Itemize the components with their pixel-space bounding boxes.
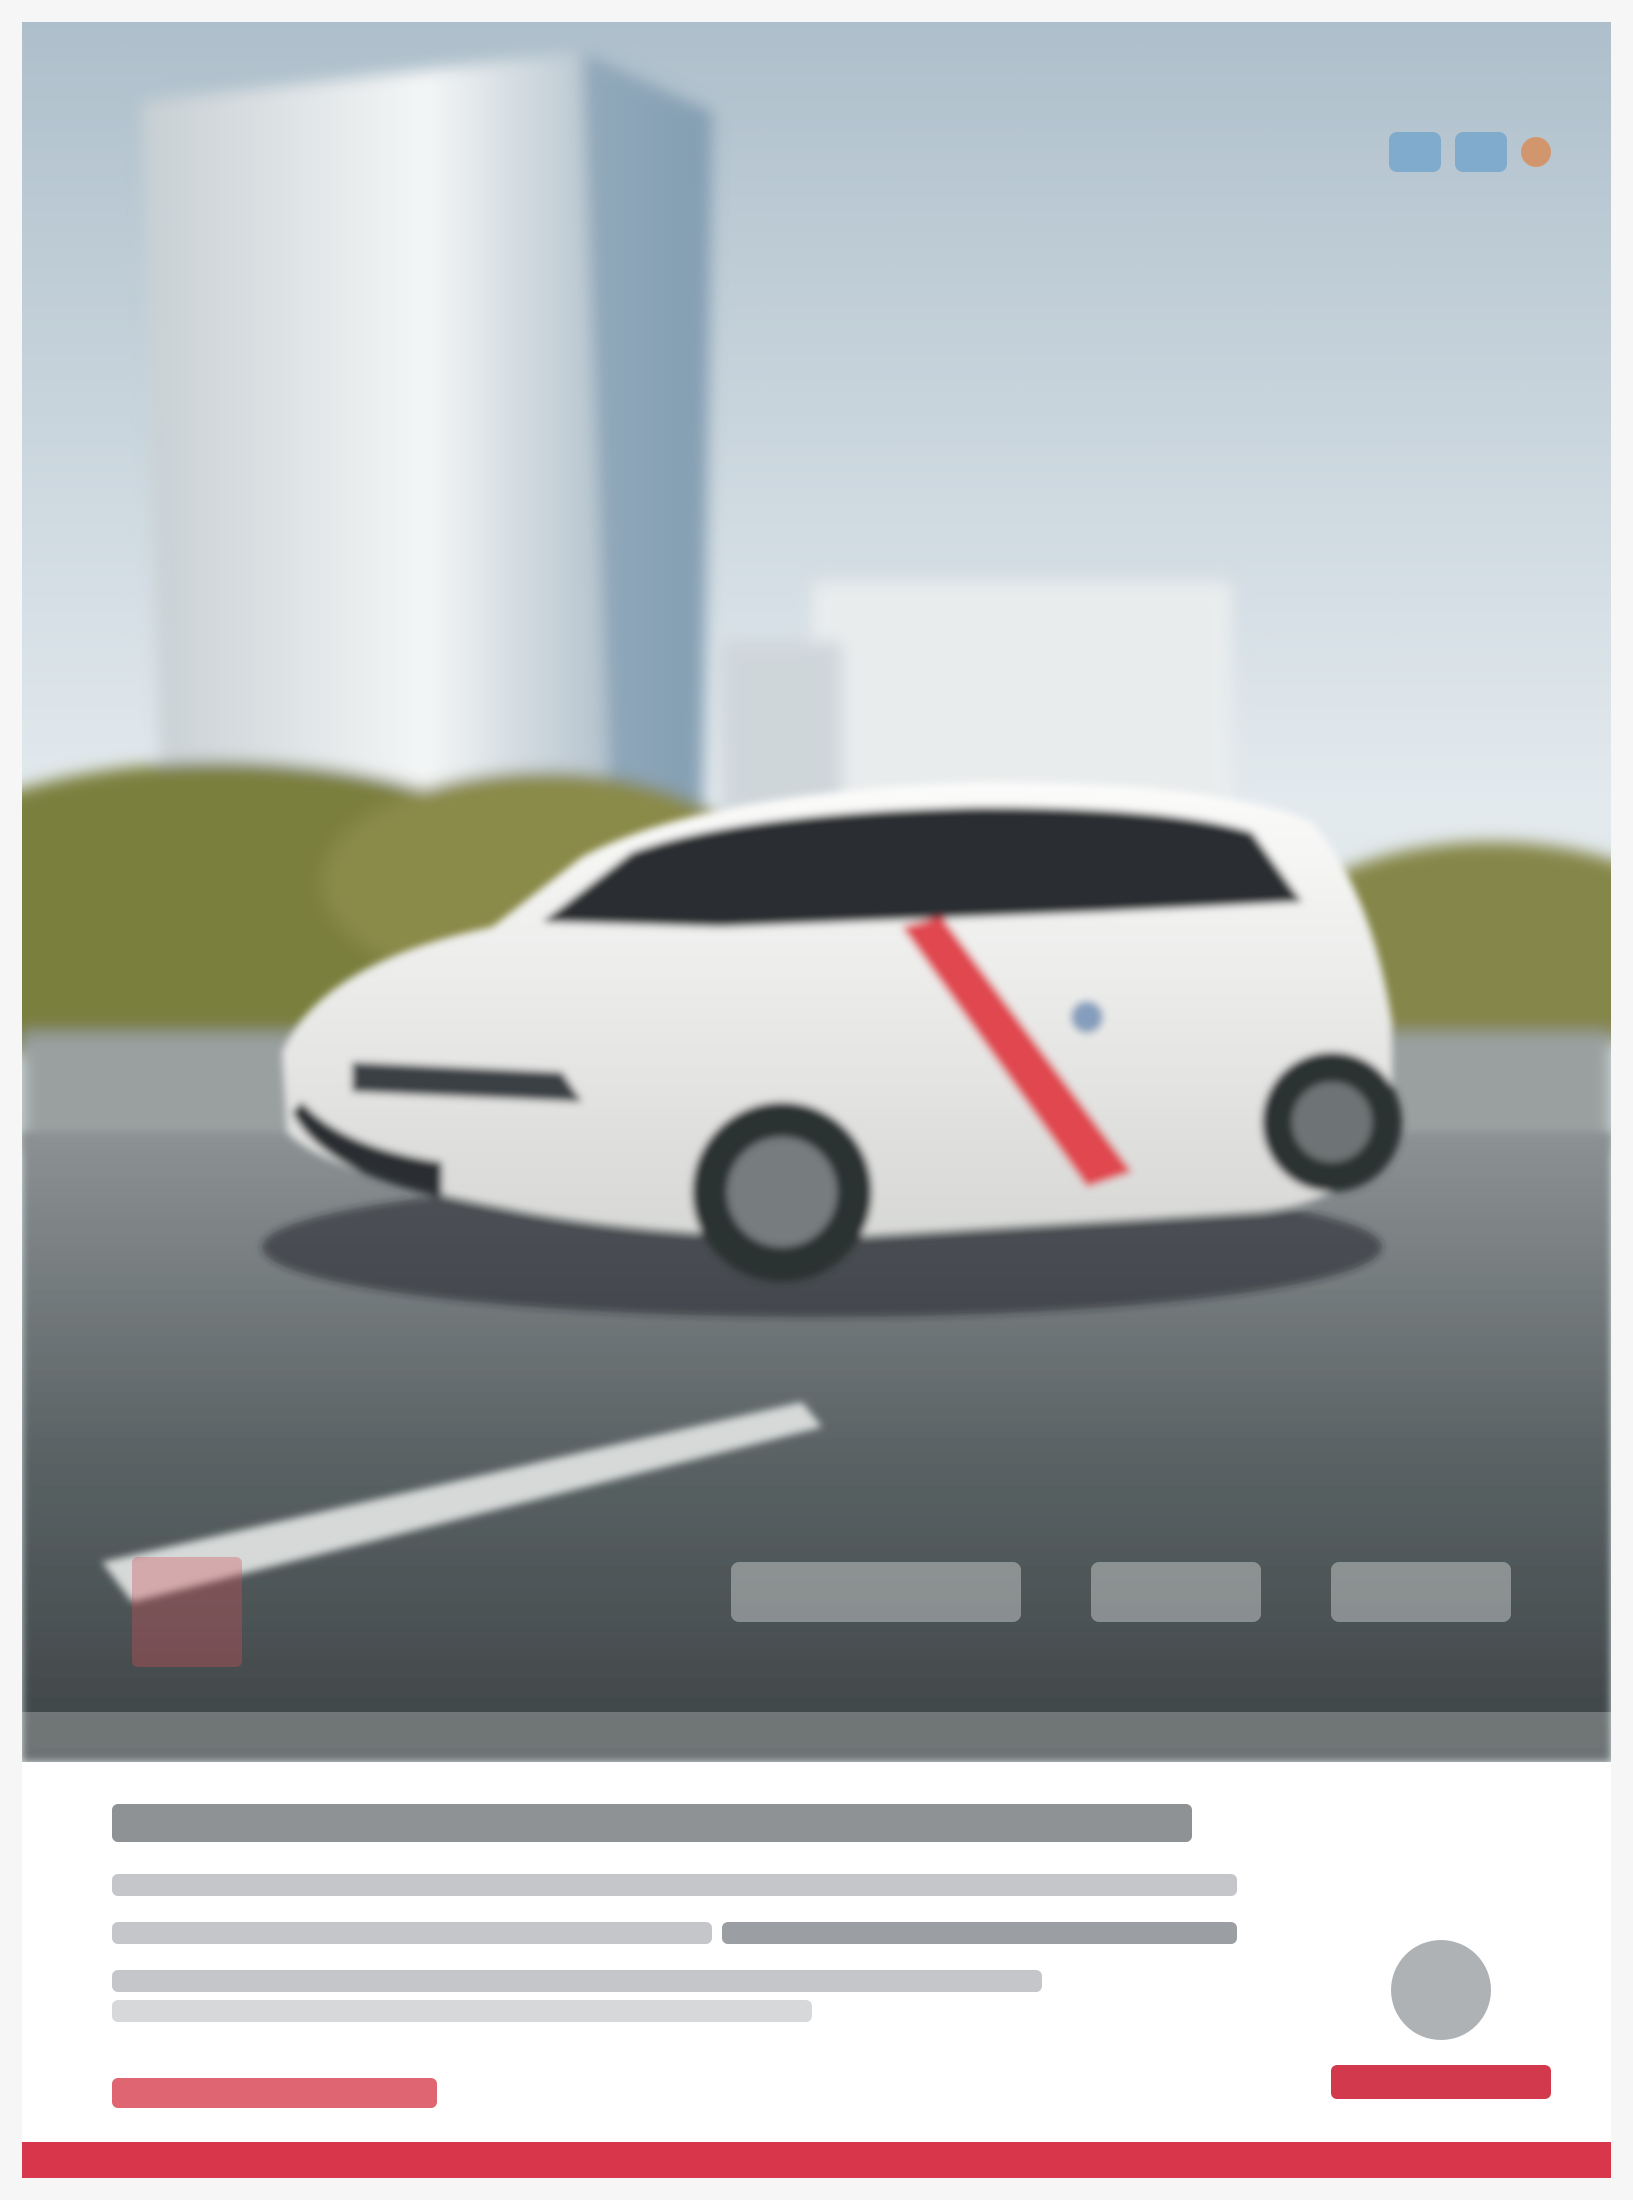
taxi-car-photo xyxy=(22,22,1611,1762)
partner-logos xyxy=(1389,122,1551,182)
partner-badge-icon xyxy=(1521,137,1551,167)
offer-block xyxy=(731,1562,1021,1622)
body-text-line xyxy=(112,1874,1237,1896)
body-text-line xyxy=(112,1970,1042,1992)
city-crest xyxy=(1071,1001,1103,1033)
hero-bottom-fade xyxy=(22,1712,1611,1762)
body-text-line xyxy=(112,1922,712,1944)
brand-color-bar xyxy=(22,2142,1611,2178)
offer-strip xyxy=(731,1562,1511,1622)
partner-logo-icon xyxy=(1389,132,1441,172)
hero-photo xyxy=(22,22,1611,1762)
legal-text-line xyxy=(112,2000,812,2022)
ad-copy-panel xyxy=(22,1762,1611,2178)
offer-block xyxy=(1091,1562,1261,1622)
website-link[interactable] xyxy=(112,2078,437,2108)
body-text-emphasis xyxy=(722,1922,1237,1944)
certification-badge xyxy=(132,1557,242,1667)
brand-wordmark xyxy=(1331,2065,1551,2099)
double-chevron-emblem-icon xyxy=(1391,1940,1491,2040)
advertisement-page xyxy=(22,22,1611,2178)
body-heading xyxy=(112,1804,1192,1842)
partner-logo-icon xyxy=(1455,132,1507,172)
brand-logo xyxy=(1331,1940,1551,2120)
offer-block xyxy=(1331,1562,1511,1622)
